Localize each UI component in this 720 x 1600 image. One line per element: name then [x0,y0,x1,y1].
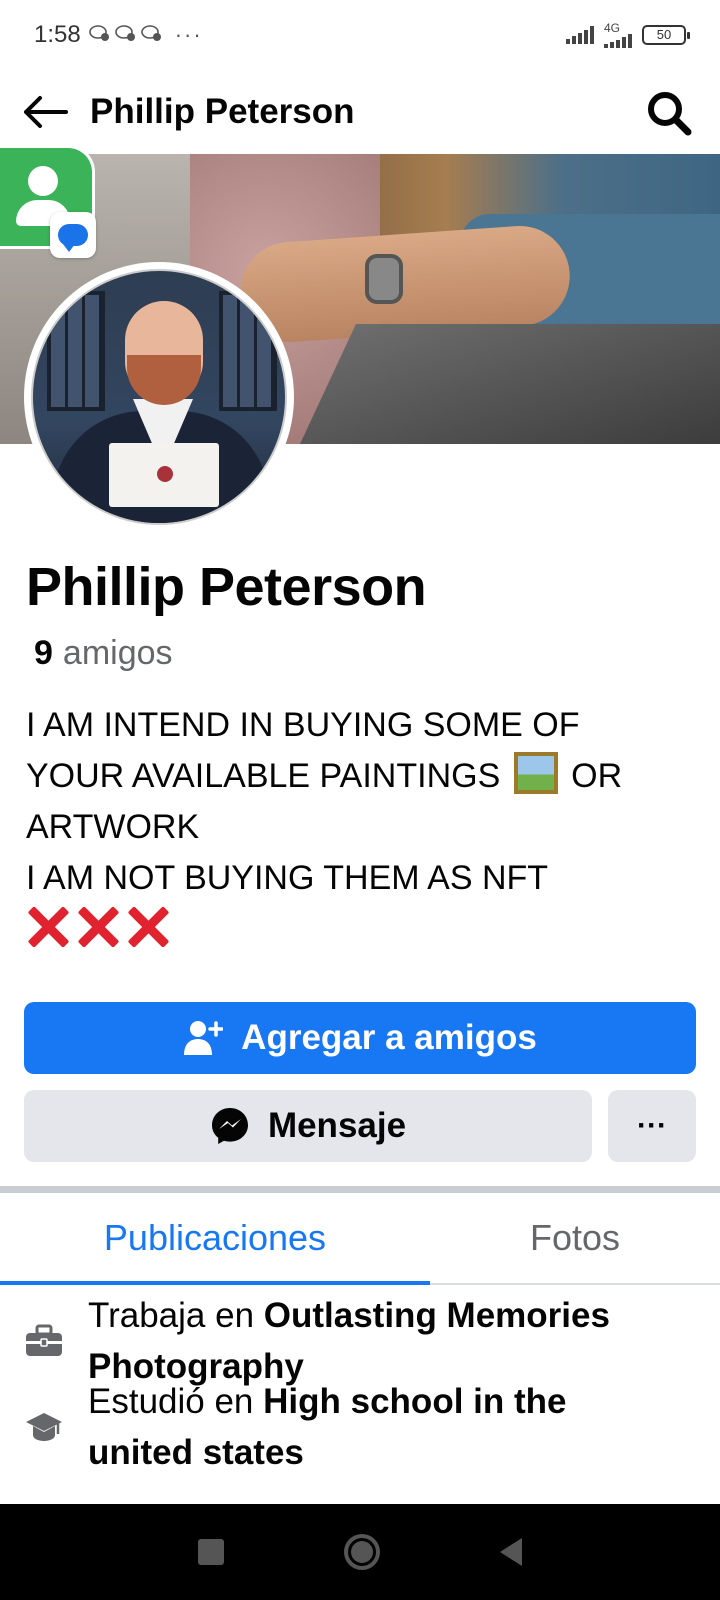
top-app-bar: Phillip Peterson [0,70,720,154]
cross-mark-icon [126,904,170,948]
network-type: 4G [604,21,621,35]
bio-line [26,904,696,957]
back-button[interactable] [0,70,90,154]
wechat-notification-icon [88,23,167,48]
friends-label: amigos [62,634,173,672]
bio-text: YOUR AVAILABLE PAINTINGS [26,757,501,795]
bio-line: ARTWORK [26,808,200,846]
status-bar: 1:58 ··· 4G 50 [0,0,720,70]
framed-picture-icon [513,752,558,794]
cross-mark-icon [76,904,120,948]
search-icon [648,92,692,136]
bio-line: I AM INTEND IN BUYING SOME OF [26,706,580,744]
work-prefix: Trabaja en [88,1296,255,1335]
graduation-cap-icon [0,1410,88,1444]
system-navigation-bar [0,1504,720,1600]
education-info[interactable]: Estudió en High school in the united sta… [0,1376,720,1478]
profile-tabs: Publicaciones Fotos [0,1193,720,1285]
education-prefix: Estudió en [88,1382,254,1421]
recent-apps-icon[interactable] [198,1539,224,1565]
more-notifications-icon: ··· [174,22,203,47]
more-options-button[interactable]: ··· [608,1090,696,1162]
message-label: Mensaje [267,1106,407,1145]
profile-name: Phillip Peterson [26,557,427,617]
section-divider [0,1186,720,1193]
education-text: Estudió en High school in the united sta… [88,1376,566,1478]
status-time: 1:58 [34,21,81,48]
friends-count[interactable]: 9 amigos [34,634,173,673]
arrow-left-icon [24,96,68,128]
education-school[interactable]: High school in the [263,1382,566,1421]
signal-icon-secondary [604,34,632,48]
friends-number: 9 [34,634,53,672]
bio-text: OR [571,757,623,795]
tab-photos[interactable]: Fotos [430,1193,720,1283]
home-icon[interactable] [344,1534,380,1570]
messenger-icon [211,1108,248,1144]
add-friend-button[interactable]: Agregar a amigos [24,1002,696,1074]
work-company[interactable]: Outlasting Memories [264,1296,610,1335]
search-button[interactable] [646,90,692,136]
message-badge-icon [50,212,96,258]
bio-line: YOUR AVAILABLE PAINTINGS OR [26,751,696,802]
profile-picture[interactable] [24,262,294,532]
page-title: Phillip Peterson [90,92,355,131]
contacts-app-bubble[interactable] [0,148,96,258]
signal-icon [566,26,594,44]
message-button[interactable]: Mensaje [24,1090,592,1162]
briefcase-icon [0,1324,88,1358]
bio-line: I AM NOT BUYING THEM AS NFT [26,859,549,897]
education-school-cont[interactable]: united states [88,1433,304,1472]
profile-bio: I AM INTEND IN BUYING SOME OF YOUR AVAIL… [26,700,696,957]
battery-icon: 50 [642,25,690,45]
more-options-icon: ··· [637,1109,667,1142]
back-triangle-icon[interactable] [500,1538,522,1566]
tab-posts[interactable]: Publicaciones [0,1193,430,1285]
add-friend-label: Agregar a amigos [241,1018,537,1057]
cross-mark-icon [26,904,70,948]
add-person-icon [184,1021,224,1055]
